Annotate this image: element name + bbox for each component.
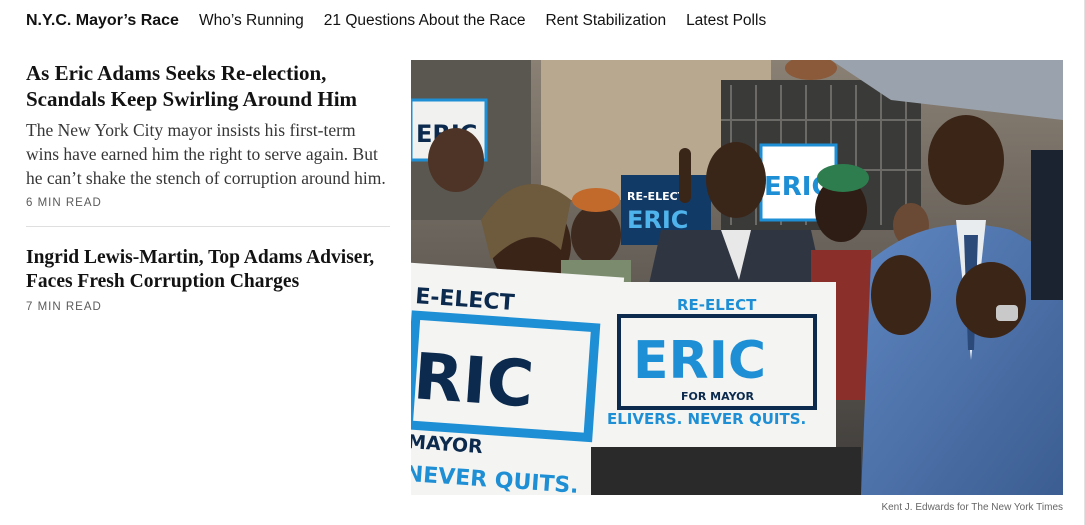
center-sign-big: ERIC: [633, 331, 766, 391]
mayor-raised-hand: [679, 148, 691, 203]
story-divider: [26, 226, 390, 227]
section-nav: N.Y.C. Mayor’s Race Who’s Running 21 Que…: [26, 9, 786, 33]
story-1-read-time: 6 MIN READ: [26, 197, 102, 209]
photo-credit: Kent J. Edwards for The New York Times: [881, 502, 1063, 513]
wristwatch: [996, 305, 1018, 321]
nav-link-21-questions[interactable]: 21 Questions About the Race: [324, 12, 526, 30]
nav-link-whos-running[interactable]: Who’s Running: [199, 12, 304, 30]
man-glasses-face: [928, 115, 1004, 205]
story-1-headline[interactable]: As Eric Adams Seeks Re-election, Scandal…: [26, 60, 390, 112]
back-sign-center-text: ERIC: [627, 206, 688, 234]
man-kente-hat: [817, 164, 869, 192]
mayor-face: [706, 142, 766, 218]
back-sign-center-top: RE-ELECT: [627, 190, 686, 203]
story-2-read-time: 7 MIN READ: [26, 301, 102, 313]
person-far-right: [1031, 150, 1063, 300]
center-sign-top: RE-ELECT: [677, 296, 757, 314]
man-kufi-hat: [572, 188, 620, 212]
clapping-hand-left: [871, 255, 931, 335]
nav-section-title[interactable]: N.Y.C. Mayor’s Race: [26, 12, 179, 30]
campaign-rally-photo: ERIC RE-ELECT ERIC ERIC E-ELECT: [411, 60, 1063, 495]
story-2[interactable]: Ingrid Lewis-Martin, Top Adams Adviser, …: [26, 246, 390, 313]
story-1-summary: The New York City mayor insists his firs…: [26, 120, 386, 188]
center-sign-bottom: ELIVERS. NEVER QUITS.: [607, 410, 806, 428]
story-column: As Eric Adams Seeks Re-election, Scandal…: [26, 60, 390, 313]
story-1[interactable]: As Eric Adams Seeks Re-election, Scandal…: [26, 60, 390, 209]
lead-photo[interactable]: ERIC RE-ELECT ERIC ERIC E-ELECT: [411, 60, 1063, 495]
clapping-hand-right: [956, 262, 1026, 338]
photo-foreground-shadow: [591, 447, 861, 495]
foreground-sign-center: RE-ELECT ERIC FOR MAYOR ELIVERS. NEVER Q…: [601, 282, 836, 447]
left-sign-big: RIC: [411, 340, 536, 422]
story-2-headline[interactable]: Ingrid Lewis-Martin, Top Adams Adviser, …: [26, 246, 390, 294]
man-kufi-face: [571, 205, 621, 265]
center-sign-mayor: FOR MAYOR: [681, 390, 754, 403]
nav-link-rent-stabilization[interactable]: Rent Stabilization: [545, 12, 666, 30]
nav-link-latest-polls[interactable]: Latest Polls: [686, 12, 766, 30]
person-back-left: [428, 128, 484, 192]
